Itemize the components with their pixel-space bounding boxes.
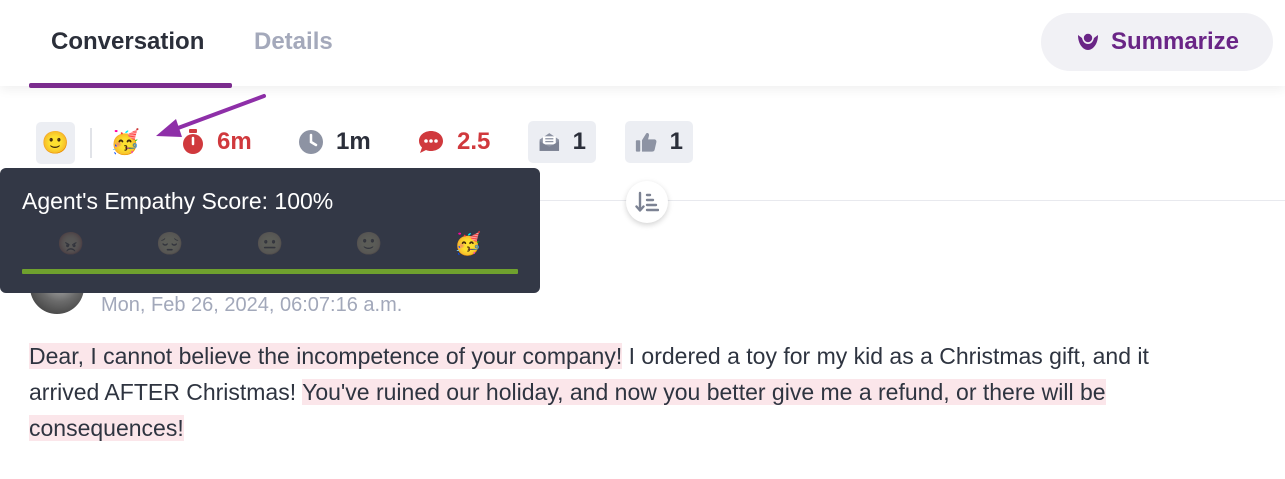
empathy-score-tooltip: Agent's Empathy Score: 100% 😡 😔 😐 🙂 🥳	[0, 168, 540, 293]
chat-bubble-icon	[419, 131, 443, 153]
summarize-label: Summarize	[1110, 28, 1240, 55]
handle-time-metric[interactable]: 1m	[298, 121, 371, 163]
first-response-time-metric[interactable]: 6m	[181, 121, 252, 163]
thumbs-up-count: 1	[669, 128, 683, 155]
message-body: Dear, I cannot believe the incompetence …	[29, 338, 1159, 446]
sort-descending-icon	[635, 191, 659, 212]
message-timestamp: Mon, Feb 26, 2024, 06:07:16 a.m.	[101, 294, 403, 316]
tooltip-title: Agent's Empathy Score: 100%	[22, 188, 334, 214]
tab-details[interactable]: Details	[254, 28, 333, 56]
summarize-brain-icon	[1077, 33, 1098, 50]
inbox-count: 1	[572, 128, 586, 155]
message-ratio-metric[interactable]: 2.5	[417, 121, 490, 163]
thumbs-up-icon	[635, 133, 657, 152]
customer-sentiment-button[interactable]: 🙂	[36, 122, 75, 164]
pensive-face-icon: 😔	[156, 231, 184, 256]
message-ratio-value: 2.5	[457, 128, 491, 155]
inbox-metric[interactable]: 1	[528, 121, 596, 163]
neutral-face-icon: 😐	[256, 231, 284, 256]
envelope-open-icon	[539, 133, 560, 151]
agent-empathy-emoji[interactable]: 🥳	[110, 128, 140, 157]
stopwatch-icon	[183, 129, 203, 154]
handle-time-value: 1m	[336, 128, 371, 155]
metrics-divider	[90, 128, 92, 158]
highlighted-segment: Dear, I cannot believe the incompetence …	[29, 343, 623, 369]
thumbs-up-metric[interactable]: 1	[625, 121, 693, 163]
active-tab-indicator	[29, 83, 232, 88]
summarize-button[interactable]: Summarize	[1041, 13, 1273, 71]
slight-smile-icon: 🙂	[355, 231, 383, 256]
tab-conversation[interactable]: Conversation	[51, 28, 204, 56]
party-face-icon: 🥳	[454, 231, 482, 256]
conversation-header: Conversation Details Summarize	[0, 0, 1285, 86]
first-response-time-value: 6m	[217, 128, 252, 155]
angry-face-icon: 😡	[57, 231, 85, 256]
sort-button[interactable]	[626, 181, 668, 223]
customer-sentiment-emoji: 🙂	[41, 130, 70, 155]
clock-icon	[299, 130, 323, 154]
empathy-score-bar	[22, 269, 518, 274]
